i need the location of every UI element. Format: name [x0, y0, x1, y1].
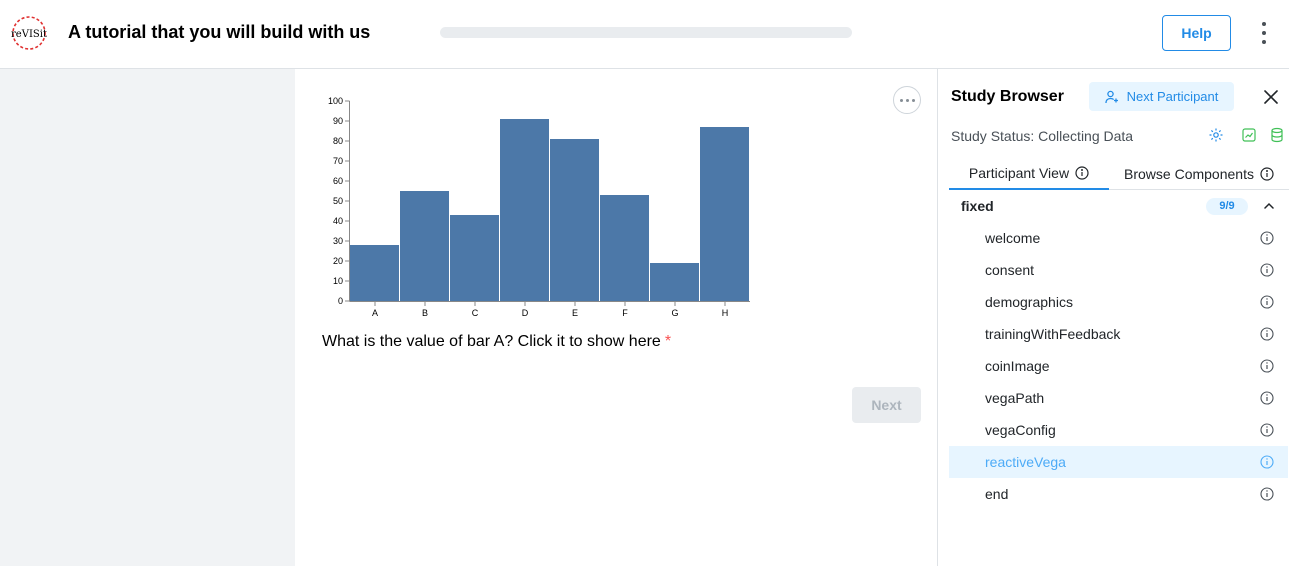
y-tick-label: 90	[333, 116, 343, 126]
user-plus-icon	[1104, 90, 1118, 103]
y-tick-label: 30	[333, 236, 343, 246]
list-item-label: coinImage	[985, 358, 1050, 374]
x-tick-label: D	[522, 308, 529, 318]
x-tick-label: F	[622, 308, 628, 318]
x-tick-label: A	[372, 308, 378, 318]
list-item-label: consent	[985, 262, 1035, 278]
svg-text:reVISit: reVISit	[11, 29, 47, 40]
help-button[interactable]: Help	[1162, 15, 1231, 51]
study-browser-title: Study Browser	[951, 88, 1064, 105]
list-item-demographics[interactable]: demographics	[949, 286, 1288, 318]
question-text: What is the value of bar A? Click it to …	[322, 333, 671, 351]
y-tick-label: 70	[333, 156, 343, 166]
tab-browse-components-label: Browse Components	[1124, 165, 1254, 182]
list-item-coinImage[interactable]: coinImage	[949, 350, 1288, 382]
bar-G[interactable]	[650, 263, 699, 301]
tab-participant-view[interactable]: Participant View	[949, 157, 1109, 190]
x-tick-label: G	[671, 308, 678, 318]
list-item-label: welcome	[985, 230, 1041, 246]
bar-B[interactable]	[400, 191, 449, 301]
sidebar-tabs: Participant View Browse Components	[949, 157, 1289, 190]
info-icon[interactable]	[1260, 263, 1274, 277]
tab-browse-components[interactable]: Browse Components	[1109, 157, 1289, 190]
list-item-label: trainingWithFeedback	[985, 326, 1121, 342]
info-icon[interactable]	[1260, 327, 1274, 341]
next-participant-label: Next Participant	[1126, 89, 1219, 104]
info-icon	[1075, 165, 1089, 180]
sequence-group-fixed[interactable]: fixed 9/9	[949, 190, 1288, 222]
main-content: 0 10 20 30 40 50 60 70 80 90 100 A B C D E F G H What is t…	[295, 69, 937, 566]
y-tick-label: 60	[333, 176, 343, 186]
info-icon[interactable]	[1260, 295, 1274, 309]
y-tick-label: 40	[333, 216, 343, 226]
revisit-logo: reVISit	[11, 16, 47, 50]
list-item-vegaConfig[interactable]: vegaConfig	[949, 414, 1288, 446]
tab-participant-view-label: Participant View	[968, 164, 1070, 181]
list-item-vegaPath[interactable]: vegaPath	[949, 382, 1288, 414]
x-tick-label: H	[722, 308, 729, 318]
info-icon[interactable]	[1260, 391, 1274, 405]
study-browser-panel: Study Browser Next Participant Study Sta…	[937, 69, 1289, 566]
list-item-end[interactable]: end	[949, 478, 1288, 510]
bar-D[interactable]	[500, 119, 549, 301]
list-item-label: reactiveVega	[985, 454, 1066, 470]
y-tick-label: 100	[328, 96, 343, 106]
app-title: A tutorial that you will build with us	[68, 22, 371, 42]
y-tick-label: 80	[333, 136, 343, 146]
list-item-label: vegaPath	[985, 390, 1045, 406]
more-vertical-icon[interactable]	[1254, 22, 1274, 44]
app-header: reVISit A tutorial that you will build w…	[0, 0, 1289, 69]
y-tick-label: 10	[333, 276, 343, 286]
question-label: What is the value of bar A? Click it to …	[322, 333, 661, 350]
info-icon[interactable]	[1260, 231, 1274, 245]
component-list: welcome consent demographics trainingWithFe…	[949, 222, 1288, 510]
list-item-trainingWithFeedback[interactable]: trainingWithFeedback	[949, 318, 1288, 350]
info-icon	[1260, 166, 1274, 181]
bar-C[interactable]	[450, 215, 499, 301]
list-item-label: demographics	[985, 294, 1073, 310]
y-tick-label: 0	[338, 296, 343, 306]
bar-F[interactable]	[600, 195, 649, 301]
list-item-reactiveVega[interactable]: reactiveVega	[949, 446, 1288, 478]
database-icon[interactable]	[1269, 127, 1285, 143]
bar-E[interactable]	[550, 139, 599, 301]
info-icon[interactable]	[1260, 423, 1274, 437]
x-tick-label: B	[422, 308, 428, 318]
left-panel	[0, 69, 295, 566]
group-label: fixed	[961, 198, 994, 214]
required-marker: *	[664, 333, 672, 350]
study-status: Study Status: Collecting Data	[951, 128, 1134, 144]
next-participant-button[interactable]: Next Participant	[1089, 82, 1234, 111]
x-tick-label: C	[472, 308, 479, 318]
info-icon[interactable]	[1260, 455, 1274, 469]
study-progress-bar	[440, 27, 852, 38]
bar-A[interactable]	[350, 245, 399, 301]
info-icon[interactable]	[1260, 359, 1274, 373]
list-item-label: end	[985, 486, 1009, 502]
info-icon[interactable]	[1260, 487, 1274, 501]
settings-icon[interactable]	[1208, 127, 1224, 143]
x-tick-label: E	[572, 308, 578, 318]
bar-H[interactable]	[700, 127, 749, 301]
analytics-chart-icon[interactable]	[1241, 127, 1257, 143]
list-item-welcome[interactable]: welcome	[949, 222, 1288, 254]
list-item-label: vegaConfig	[985, 422, 1056, 438]
y-tick-label: 50	[333, 196, 343, 206]
list-item-consent[interactable]: consent	[949, 254, 1288, 286]
close-icon[interactable]	[1261, 87, 1281, 107]
group-count-badge: 9/9	[1206, 198, 1248, 215]
bar-chart: 0 10 20 30 40 50 60 70 80 90 100 A B C D E F G H	[328, 96, 750, 318]
y-tick-label: 20	[333, 256, 343, 266]
chevron-up-icon[interactable]	[1262, 199, 1276, 213]
more-options-icon[interactable]	[893, 86, 921, 114]
next-button[interactable]: Next	[852, 387, 921, 423]
